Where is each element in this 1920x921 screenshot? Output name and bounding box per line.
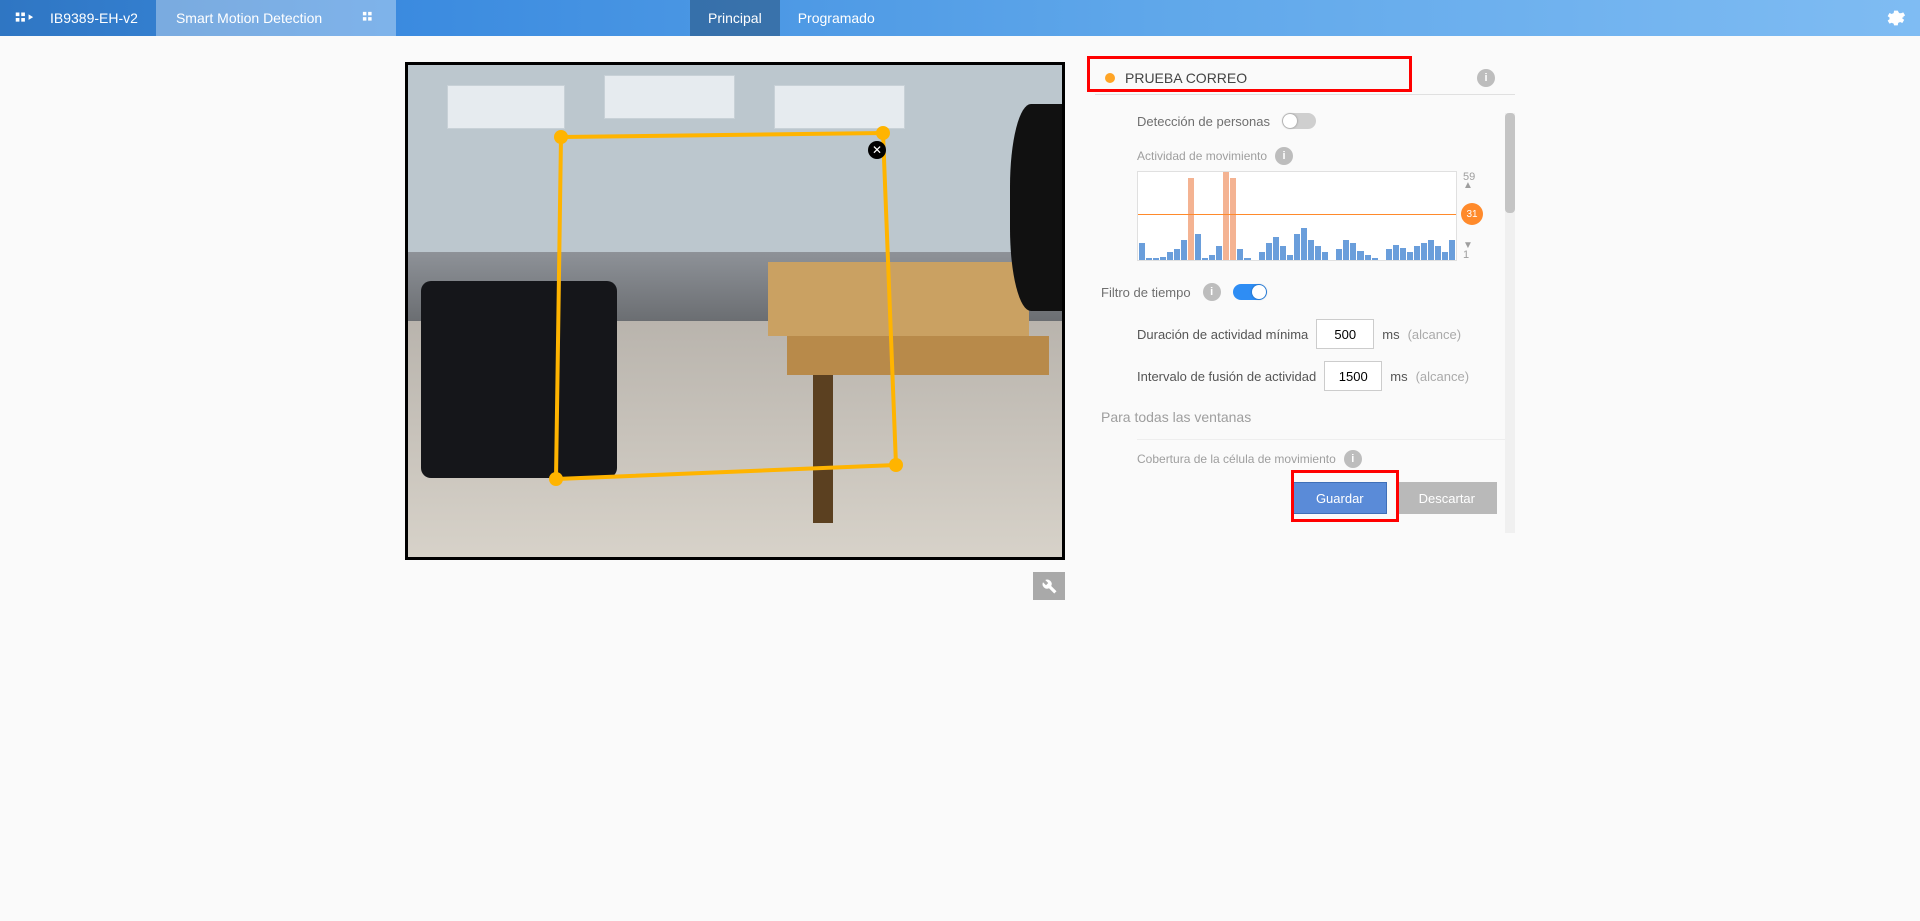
video-column: ✕ <box>405 62 1065 560</box>
coverage-label: Cobertura de la célula de movimiento <box>1137 452 1336 466</box>
chart-bar <box>1167 252 1173 260</box>
chart-bar <box>1336 249 1342 260</box>
chart-bar <box>1160 257 1166 260</box>
settings-panel: PRUEBA CORREO i Detección de personas Ac… <box>1095 62 1515 560</box>
motion-activity-label: Actividad de movimiento <box>1137 149 1267 163</box>
chart-bar <box>1266 243 1272 260</box>
chart-bar <box>1287 255 1293 260</box>
chart-bar <box>1202 258 1208 260</box>
threshold-up-icon[interactable]: ▲ <box>1463 183 1473 189</box>
unit-ms: ms <box>1382 327 1399 342</box>
merge-interval-input[interactable] <box>1324 361 1382 391</box>
chart-bar <box>1216 246 1222 260</box>
scrollbar-thumb[interactable] <box>1505 113 1515 213</box>
range-hint: (alcance) <box>1408 327 1461 342</box>
chart-bar <box>1237 249 1243 260</box>
chart-bar <box>1308 240 1314 260</box>
chart-bar <box>1244 258 1250 260</box>
chart-bar <box>1449 240 1455 260</box>
save-button[interactable]: Guardar <box>1293 482 1387 514</box>
video-tools-button[interactable] <box>1033 572 1065 600</box>
merge-interval-label: Intervalo de fusión de actividad <box>1137 369 1316 384</box>
chart-bar <box>1357 251 1363 260</box>
min-duration-label: Duración de actividad mínima <box>1137 327 1308 342</box>
motion-activity-chart <box>1137 171 1457 261</box>
chart-bar <box>1386 249 1392 260</box>
chart-bar <box>1139 243 1145 260</box>
video-placeholder-scene <box>408 65 1062 557</box>
settings-button[interactable] <box>1884 0 1906 36</box>
chart-bar <box>1393 245 1399 260</box>
roi-delete-icon[interactable]: ✕ <box>868 141 886 159</box>
rule-status-dot-icon <box>1105 73 1115 83</box>
live-video[interactable]: ✕ <box>405 62 1065 560</box>
time-filter-toggle[interactable] <box>1233 284 1267 300</box>
chart-bar <box>1428 240 1434 260</box>
tab-principal[interactable]: Principal <box>690 0 780 36</box>
chart-bar <box>1400 248 1406 260</box>
chart-bar <box>1322 252 1328 260</box>
device-model: IB9389-EH-v2 <box>48 10 156 26</box>
chart-bar <box>1153 258 1159 260</box>
chart-bar <box>1372 258 1378 260</box>
chart-bar <box>1407 252 1413 260</box>
threshold-slider[interactable]: 31 <box>1461 203 1483 225</box>
person-detection-toggle[interactable] <box>1282 113 1316 129</box>
chart-bar <box>1209 255 1215 260</box>
chart-bar <box>1230 178 1236 260</box>
info-icon[interactable]: i <box>1275 147 1293 165</box>
feature-tab-label: Smart Motion Detection <box>176 10 322 26</box>
chart-ymin: 1 <box>1463 249 1469 261</box>
chart-bar <box>1414 246 1420 260</box>
min-duration-input[interactable] <box>1316 319 1374 349</box>
chart-bar <box>1421 243 1427 260</box>
person-detection-label: Detección de personas <box>1137 114 1270 129</box>
chart-bar <box>1181 240 1187 260</box>
schedule-tabs: Principal Programado <box>690 0 893 36</box>
feature-tab-smart-motion[interactable]: Smart Motion Detection <box>156 0 396 36</box>
brand-logo <box>0 7 48 29</box>
discard-button[interactable]: Descartar <box>1397 482 1497 514</box>
top-bar: IB9389-EH-v2 Smart Motion Detection Prin… <box>0 0 1920 36</box>
chart-bar <box>1195 234 1201 260</box>
chart-bar <box>1188 178 1194 260</box>
time-filter-label: Filtro de tiempo <box>1101 285 1191 300</box>
chart-bar <box>1259 252 1265 260</box>
chart-bar <box>1146 258 1152 260</box>
chart-bar <box>1294 234 1300 260</box>
chart-bar <box>1365 255 1371 260</box>
view-grid-icon[interactable] <box>362 11 376 25</box>
chart-bar <box>1442 252 1448 260</box>
chart-bar <box>1315 246 1321 260</box>
chart-bar <box>1174 249 1180 260</box>
chart-bar <box>1301 228 1307 260</box>
info-icon[interactable]: i <box>1477 69 1495 87</box>
rule-header[interactable]: PRUEBA CORREO i <box>1095 62 1515 95</box>
info-icon[interactable]: i <box>1203 283 1221 301</box>
chart-bar <box>1280 246 1286 260</box>
chart-bar <box>1223 172 1229 260</box>
threshold-line <box>1138 214 1456 215</box>
rule-name: PRUEBA CORREO <box>1125 70 1247 86</box>
chart-bar <box>1435 246 1441 260</box>
tab-programado[interactable]: Programado <box>780 0 893 36</box>
info-icon[interactable]: i <box>1344 450 1362 468</box>
chart-bar <box>1343 240 1349 260</box>
chart-bar <box>1273 237 1279 260</box>
all-windows-heading: Para todas las ventanas <box>1101 409 1505 425</box>
range-hint: (alcance) <box>1416 369 1469 384</box>
chart-bar <box>1350 243 1356 260</box>
unit-ms: ms <box>1390 369 1407 384</box>
